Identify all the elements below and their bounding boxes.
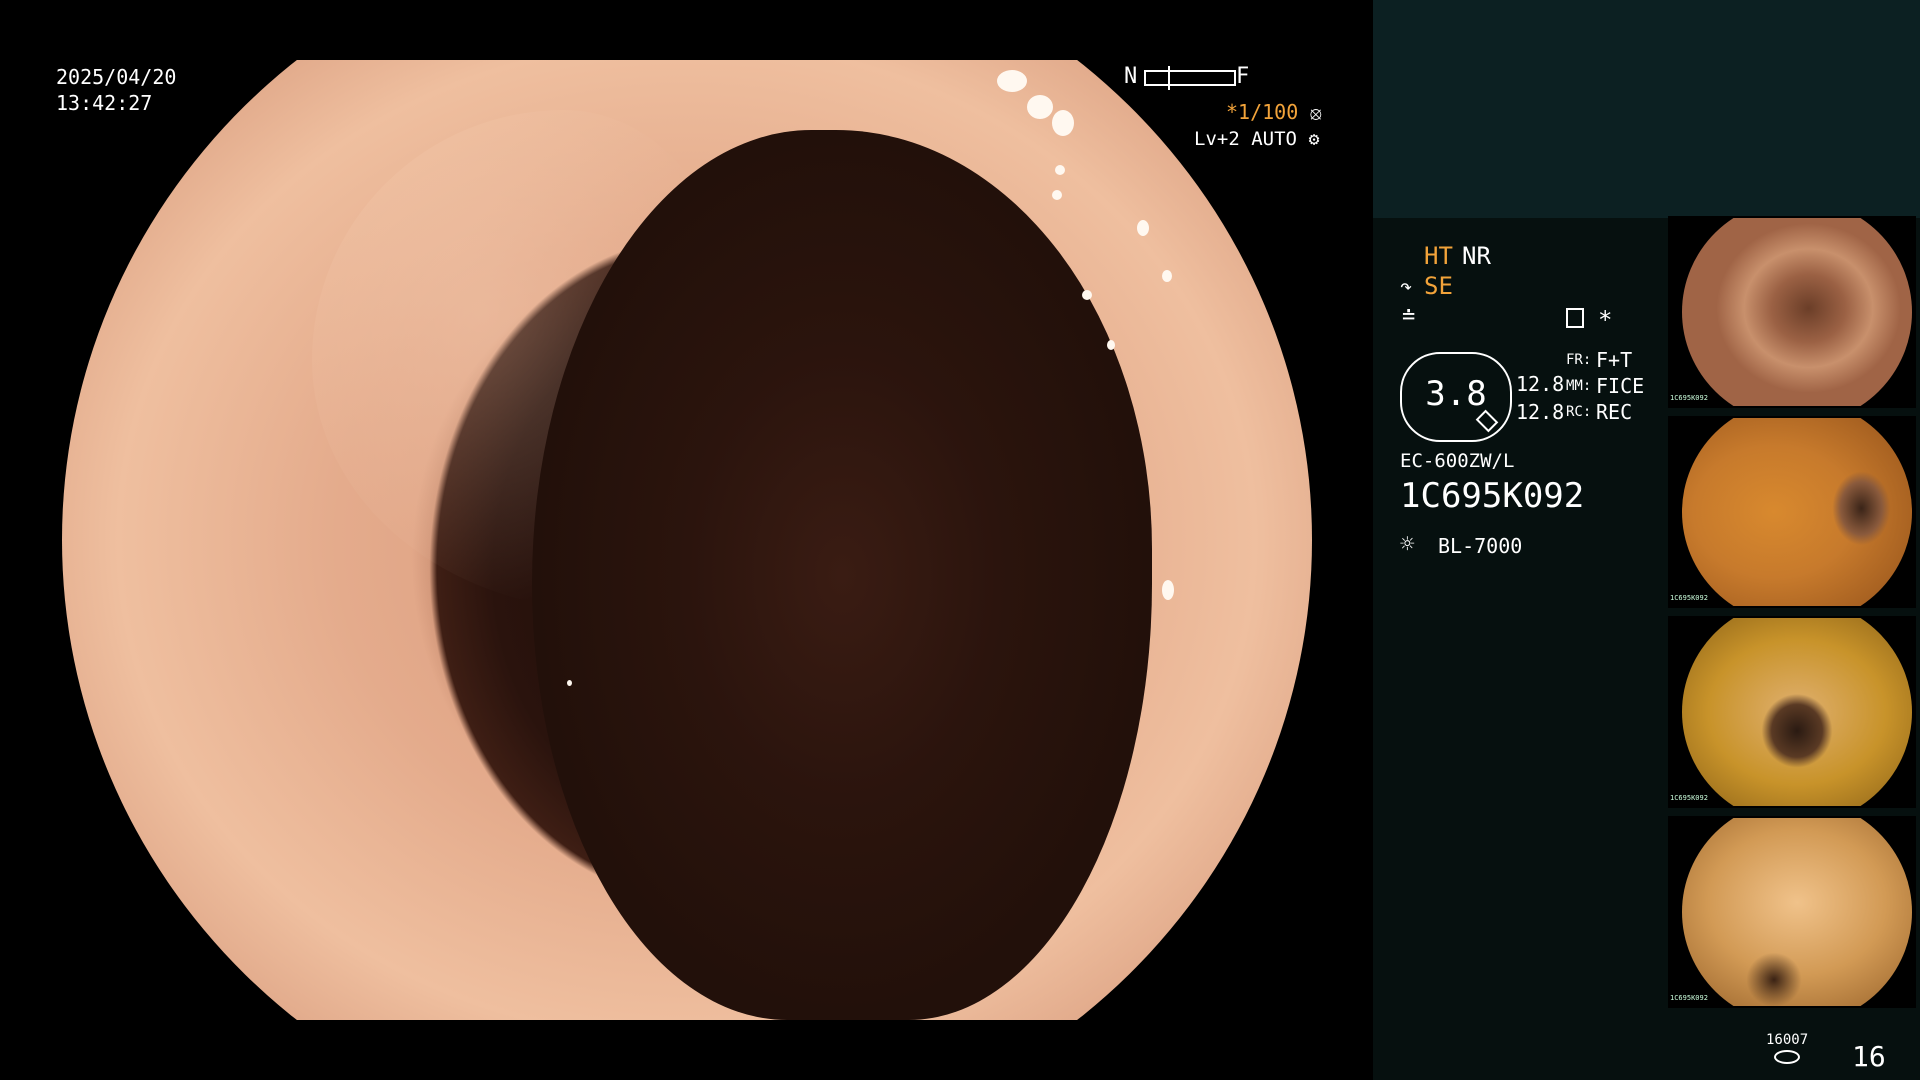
gear-icon: ⚙ (1308, 129, 1320, 150)
info-panel-header (1373, 0, 1920, 218)
light-source: BL-7000 (1438, 534, 1523, 558)
zoom-value: 3.8 (1425, 374, 1487, 414)
se-label: SE (1424, 272, 1453, 300)
structure-enhance-icon: ↷ (1400, 274, 1413, 298)
thumbnail-2[interactable]: 1C695K092 (1668, 416, 1916, 608)
date-display: 2025/04/20 (56, 65, 177, 89)
light-reflection (567, 680, 572, 686)
light-reflection (1052, 190, 1062, 200)
ht-label: HT (1424, 242, 1453, 270)
aperture-icon: ⦻ (1309, 103, 1322, 124)
shutter-speed: *1/100 (1226, 100, 1299, 124)
thumbnail-4[interactable]: 1C695K092 (1668, 816, 1916, 1008)
fr-mode: F+T (1596, 348, 1633, 372)
level-indicator: Lv+2 AUTO ⚙ (1194, 128, 1319, 152)
memo-icon (1566, 308, 1584, 328)
focus-marker (1168, 66, 1170, 90)
light-reflection (1137, 220, 1149, 236)
storage-icon (1774, 1050, 1800, 1064)
thumbnail-tag: 1C695K092 (1670, 794, 1708, 802)
shutter-indicator: *1/100 ⦻ (1226, 100, 1322, 124)
frame-rate-value-1: 12.8 (1516, 372, 1565, 396)
nr-label: NR (1462, 242, 1491, 270)
focus-far-label: F (1236, 64, 1250, 89)
thumbnail-image (1682, 818, 1912, 1006)
light-reflection (1027, 95, 1053, 119)
scope-serial: 1C695K092 (1400, 476, 1585, 516)
contrast-icon: ≐ (1402, 304, 1416, 329)
light-reflection (1107, 340, 1115, 350)
brightness-level: Lv+2 AUTO (1194, 128, 1297, 150)
thumbnail-image (1682, 618, 1912, 806)
time-display: 13:42:27 (56, 91, 153, 115)
focus-bar (1144, 70, 1236, 86)
thumbnail-3[interactable]: 1C695K092 (1668, 616, 1916, 808)
thumbnail-image (1682, 218, 1912, 406)
thumbnail-tag: 1C695K092 (1670, 594, 1708, 602)
rc-mode: REC (1596, 400, 1633, 424)
thumbnail-tag: 1C695K092 (1670, 394, 1708, 402)
thumbnail-1[interactable]: 1C695K092 (1668, 216, 1916, 408)
asterisk-indicator: * (1598, 306, 1613, 334)
colon-lumen (532, 130, 1152, 1020)
light-reflection (1162, 270, 1172, 282)
light-reflection (1055, 165, 1065, 175)
rc-label: RC: (1566, 404, 1592, 420)
light-reflection (1052, 110, 1074, 136)
mm-label: MM: (1566, 378, 1592, 394)
light-source-icon: ☼ (1400, 530, 1415, 558)
mm-mode: FICE (1596, 374, 1645, 398)
endoscope-image (62, 60, 1312, 1020)
light-reflection (1082, 290, 1092, 300)
fr-label: FR: (1566, 352, 1592, 368)
scope-model: EC-600ZW/L (1400, 450, 1515, 472)
frame-rate-value-2: 12.8 (1516, 400, 1565, 424)
light-reflection (1162, 580, 1174, 600)
endoscope-view: 2025/04/20 13:42:27 N F *1/100 ⦻ Lv+2 AU… (0, 0, 1373, 1080)
image-count: 16 (1852, 1040, 1886, 1073)
focus-near-label: N (1124, 64, 1138, 89)
light-reflection (997, 70, 1027, 92)
thumbnail-image (1682, 418, 1912, 606)
zoom-indicator: 3.8 (1400, 352, 1512, 442)
storage-count: 16007 (1766, 1032, 1809, 1048)
thumbnail-tag: 1C695K092 (1670, 994, 1708, 1002)
